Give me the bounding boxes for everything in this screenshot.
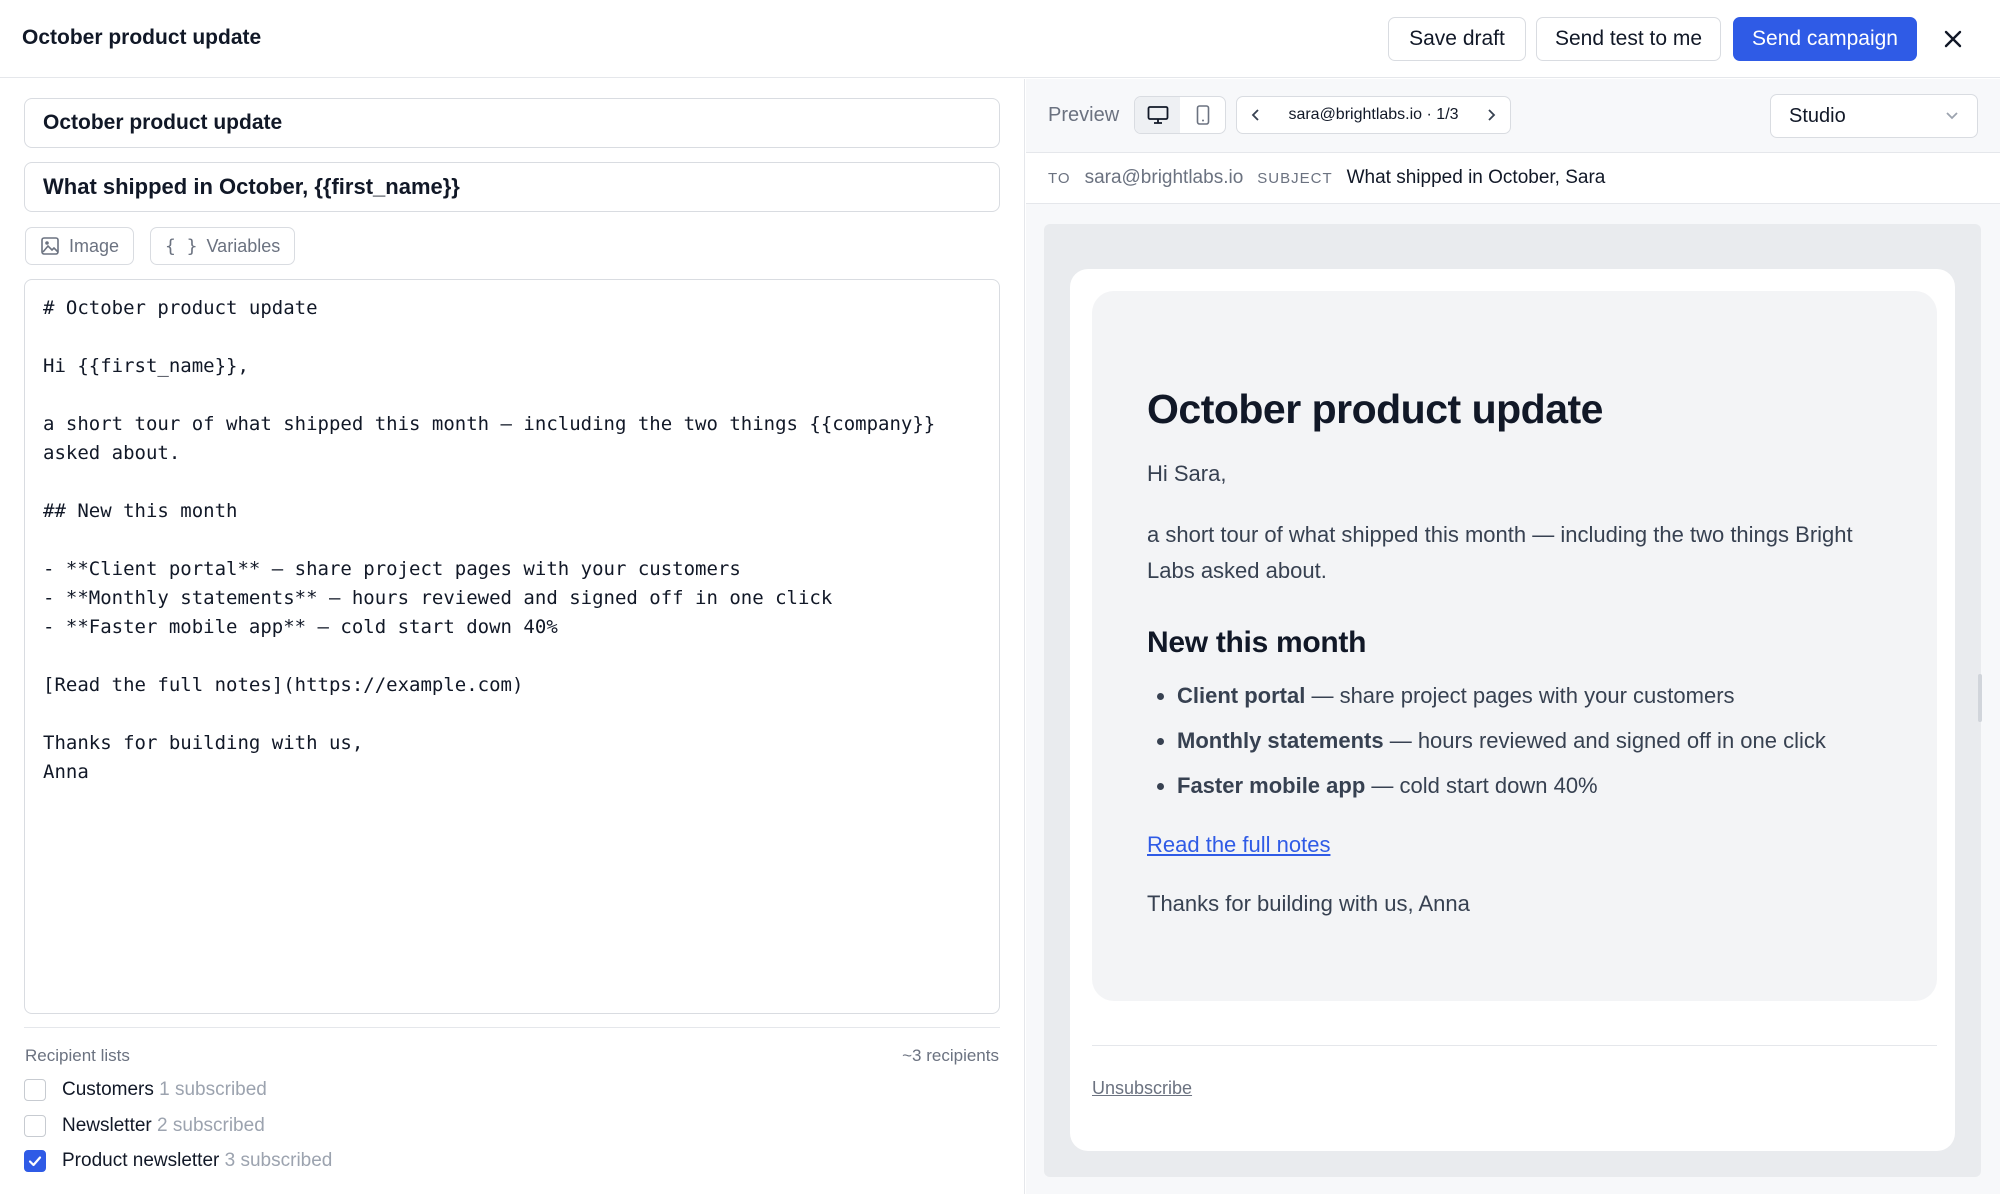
list-name: Customers [62, 1079, 154, 1100]
item-title: Faster mobile app [1177, 773, 1366, 798]
page-title: October product update [22, 26, 262, 49]
scrollbar-thumb[interactable] [1978, 674, 1982, 722]
email-feature-list: Client portal — share project pages with… [1177, 681, 1897, 816]
previous-recipient-button[interactable] [1245, 100, 1267, 130]
braces-icon: { } [165, 235, 198, 257]
subject-input[interactable]: What shipped in October, {{first_name}} [24, 162, 1000, 212]
email-intro: a short tour of what shipped this month … [1147, 522, 1853, 583]
checkbox-checked[interactable] [24, 1150, 46, 1172]
checkmark-icon [28, 1156, 42, 1167]
preview-meta-row: TO sara@brightlabs.io SUBJECT What shipp… [1026, 152, 2000, 204]
recipient-pager: sara@brightlabs.io · 1/3 [1236, 96, 1511, 134]
send-test-button[interactable]: Send test to me [1536, 17, 1721, 61]
item-text: — cold start down 40% [1365, 773, 1598, 798]
insert-variables-button[interactable]: { } Variables [150, 227, 296, 265]
list-subscribed-count: 3 subscribed [224, 1150, 333, 1171]
email-card: October product update Hi Sara, a short … [1070, 269, 1955, 1151]
read-full-notes-link[interactable]: Read the full notes [1147, 832, 1330, 858]
desktop-icon [1147, 106, 1168, 124]
next-recipient-button[interactable] [1480, 100, 1502, 130]
list-subscribed-count: 1 subscribed [159, 1079, 267, 1100]
markdown-body-editor[interactable]: # October product update Hi {{first_name… [24, 279, 1000, 1014]
list-item: Client portal — share project pages with… [1177, 681, 1897, 726]
image-button-label: Image [69, 235, 120, 256]
chevron-down-icon [1946, 112, 1958, 120]
checkbox[interactable] [24, 1079, 46, 1101]
preview-pane: Preview sara@brightlabs.io · 1/3 Studio … [1026, 79, 2000, 1194]
image-icon [41, 237, 59, 255]
list-name: Product newsletter [62, 1150, 220, 1171]
recipient-lists-label: Recipient lists [25, 1046, 130, 1065]
insert-image-button[interactable]: Image [25, 227, 135, 265]
to-value: sara@brightlabs.io [1084, 167, 1244, 188]
list-name: Newsletter [62, 1115, 152, 1136]
email-signoff: Thanks for building with us, Anna [1147, 891, 1470, 916]
divider [24, 1027, 1000, 1028]
recipient-count: ~3 recipients [902, 1046, 999, 1065]
desktop-view-button[interactable] [1135, 97, 1180, 133]
divider [1092, 1045, 1937, 1046]
unsubscribe-link[interactable]: Unsubscribe [1092, 1078, 1192, 1099]
editor-pane: October product update What shipped in O… [0, 79, 1025, 1194]
item-title: Client portal [1177, 683, 1306, 708]
template-select[interactable]: Studio [1770, 94, 1978, 138]
email-content: October product update Hi Sara, a short … [1092, 291, 1937, 1001]
email-greeting: Hi Sara, [1147, 461, 1227, 486]
device-toggle [1134, 96, 1226, 134]
recipient-list-newsletter[interactable]: Newsletter 2 subscribed [24, 1113, 265, 1139]
recipient-pager-label: sara@brightlabs.io · 1/3 [1288, 106, 1459, 123]
subject-label: SUBJECT [1257, 169, 1333, 187]
checkbox[interactable] [24, 1115, 46, 1137]
email-heading: October product update [1147, 386, 1603, 432]
mobile-icon [1196, 105, 1209, 125]
to-label: TO [1048, 169, 1071, 187]
item-title: Monthly statements [1177, 728, 1384, 753]
list-item: Faster mobile app — cold start down 40% [1177, 771, 1897, 816]
list-item: Monthly statements — hours reviewed and … [1177, 726, 1897, 771]
item-text: — share project pages with your customer… [1305, 683, 1735, 708]
close-button[interactable] [1938, 22, 1968, 56]
save-draft-button[interactable]: Save draft [1388, 17, 1526, 61]
email-section-heading: New this month [1147, 626, 1367, 659]
recipient-list-product-newsletter[interactable]: Product newsletter 3 subscribed [24, 1148, 332, 1174]
close-icon [1944, 30, 1962, 48]
variables-button-label: Variables [206, 235, 281, 256]
email-preview-canvas: October product update Hi Sara, a short … [1044, 224, 1981, 1177]
chevron-left-icon [1251, 109, 1259, 121]
item-text: — hours reviewed and signed off in one c… [1383, 728, 1826, 753]
recipient-list-customers[interactable]: Customers 1 subscribed [24, 1077, 267, 1103]
subject-value: What shipped in October, Sara [1346, 167, 1606, 188]
preview-label: Preview [1048, 104, 1120, 126]
send-campaign-button[interactable]: Send campaign [1733, 17, 1917, 61]
chevron-right-icon [1488, 109, 1496, 121]
list-subscribed-count: 2 subscribed [157, 1115, 265, 1136]
top-bar: October product update Save draft Send t… [0, 0, 2000, 78]
campaign-name-input[interactable]: October product update [24, 98, 1000, 148]
mobile-view-button[interactable] [1180, 97, 1225, 133]
template-select-value: Studio [1789, 104, 1846, 127]
